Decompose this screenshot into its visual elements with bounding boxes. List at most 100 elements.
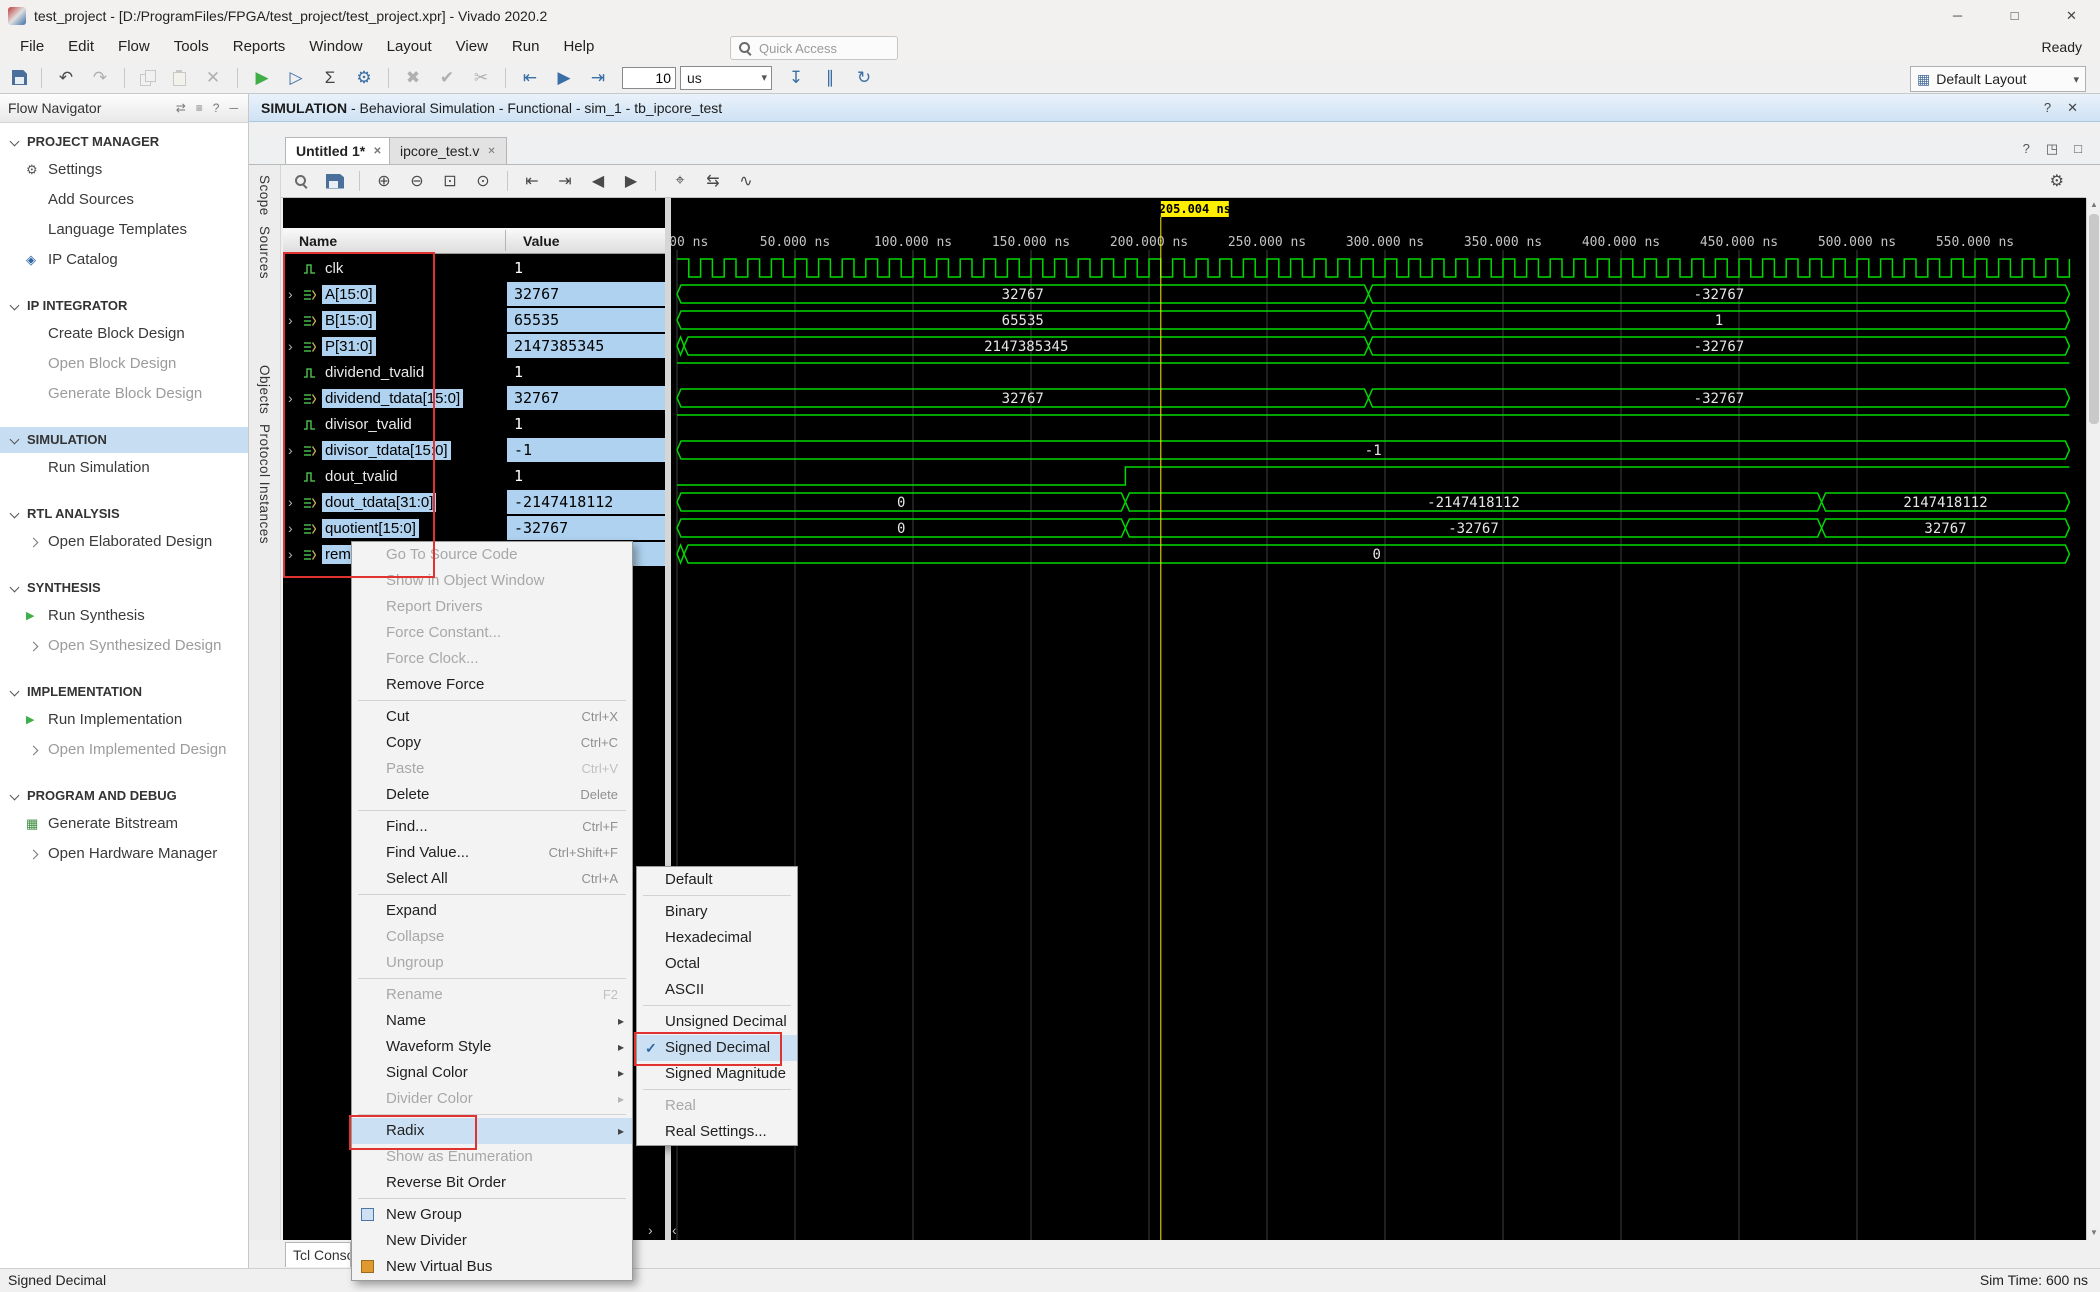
nav-item-run-implementation[interactable]: ▶Run Implementation — [0, 705, 248, 735]
menu-help[interactable]: Help — [551, 32, 606, 62]
zoom-out-icon[interactable]: ⊖ — [408, 171, 426, 191]
expand-icon[interactable]: › — [283, 494, 303, 510]
context-menu-item-radix[interactable]: Radix▸ — [352, 1118, 632, 1144]
timeline-cursor[interactable]: 205.004 ns — [1159, 201, 1231, 1240]
context-menu-item-new-virtual-bus[interactable]: New Virtual Bus — [352, 1254, 632, 1280]
context-menu-item-report-drivers[interactable]: Report Drivers — [352, 594, 632, 620]
wave-clk[interactable] — [677, 259, 2069, 277]
close-button[interactable]: ✕ — [2043, 0, 2100, 32]
expand-icon[interactable]: › — [283, 286, 303, 302]
context-menu-item-paste[interactable]: PasteCtrl+V — [352, 756, 632, 782]
zoom-in-icon[interactable]: ⊕ — [375, 171, 393, 191]
wave-b-15-0[interactable]: 655351 — [677, 311, 2069, 329]
tab-untitled-1[interactable]: Untitled 1* ✕ — [285, 137, 393, 164]
radix-option-signed-decimal[interactable]: ✓Signed Decimal — [637, 1035, 797, 1061]
paste-icon[interactable] — [171, 69, 189, 87]
menu-tools[interactable]: Tools — [162, 32, 221, 62]
restart-sim-icon[interactable]: ⇤ — [520, 67, 540, 89]
copy-icon[interactable] — [139, 69, 157, 87]
relaunch-icon[interactable]: ↻ — [854, 67, 874, 89]
menu-window[interactable]: Window — [297, 32, 374, 62]
delete-icon[interactable]: ✕ — [203, 67, 223, 89]
signal-row-divisor-tvalid[interactable]: divisor_tvalid — [283, 411, 507, 437]
waveform-canvas[interactable]: 0.000 ns50.000 ns100.000 ns150.000 ns200… — [671, 198, 2086, 1240]
close-icon[interactable]: ✕ — [2067, 94, 2078, 122]
context-menu-item-collapse[interactable]: Collapse — [352, 924, 632, 950]
quick-access-search[interactable]: Quick Access — [730, 36, 898, 60]
nav-section-header-rtl-analysis[interactable]: RTL ANALYSIS — [0, 501, 248, 527]
maximize-panel-icon[interactable]: □ — [2074, 141, 2082, 157]
help-icon[interactable]: ? — [2023, 141, 2030, 157]
radix-option-real[interactable]: Real — [637, 1093, 797, 1119]
wave-dout-tdata-31-0[interactable]: 0-21474181122147418112 — [677, 493, 2069, 511]
menu-run[interactable]: Run — [500, 32, 552, 62]
signal-row-a-15-0[interactable]: ›A[15:0] — [283, 281, 507, 307]
context-menu-item-new-group[interactable]: New Group — [352, 1202, 632, 1228]
context-menu-item-go-to-source-code[interactable]: Go To Source Code — [352, 542, 632, 568]
undo-icon[interactable]: ↶ — [56, 67, 76, 89]
close-icon[interactable]: ✕ — [487, 138, 495, 165]
context-menu-item-delete[interactable]: DeleteDelete — [352, 782, 632, 808]
nav-item-ip-catalog[interactable]: ◈IP Catalog — [0, 245, 248, 275]
wave-a-15-0[interactable]: 32767-32767 — [677, 285, 2069, 303]
splitter-collapse-icon[interactable]: › — [648, 1222, 653, 1238]
previous-transition-icon[interactable]: ◀ — [589, 171, 607, 191]
zoom-to-cursor-icon[interactable]: ⊙ — [474, 171, 492, 191]
close-icon[interactable]: ✕ — [373, 138, 381, 165]
signal-row-dout-tvalid[interactable]: dout_tvalid — [283, 463, 507, 489]
nav-item-create-block-design[interactable]: Create Block Design — [0, 319, 248, 349]
nav-section-header-synthesis[interactable]: SYNTHESIS — [0, 575, 248, 601]
side-tab-sources[interactable]: Sources — [257, 226, 272, 279]
wave-dividend-tdata-15-0[interactable]: 32767-32767 — [677, 389, 2069, 407]
wave-p-31-0[interactable]: 2147385345-32767 — [677, 337, 2069, 355]
nav-item-generate-block-design[interactable]: Generate Block Design — [0, 379, 248, 409]
nav-item-settings[interactable]: ⚙Settings — [0, 155, 248, 185]
waveform-area[interactable]: 0.000 ns50.000 ns100.000 ns150.000 ns200… — [671, 198, 2086, 1240]
nav-item-open-synthesized-design[interactable]: Open Synthesized Design — [0, 631, 248, 661]
check-icon[interactable]: ✔ — [437, 67, 457, 89]
wave-settings-icon[interactable]: ⚙ — [2050, 171, 2064, 191]
radix-option-real-settings[interactable]: Real Settings... — [637, 1119, 797, 1145]
nav-item-language-templates[interactable]: Language Templates — [0, 215, 248, 245]
context-menu-item-force-clock[interactable]: Force Clock... — [352, 646, 632, 672]
save-icon[interactable] — [12, 70, 27, 85]
dock-icon[interactable]: ⇄ — [176, 94, 186, 122]
context-menu-item-name[interactable]: Name▸ — [352, 1008, 632, 1034]
radix-option-binary[interactable]: Binary — [637, 899, 797, 925]
help-icon[interactable]: ? — [213, 94, 220, 122]
simulation-time-input[interactable] — [622, 67, 676, 89]
side-tab-scope[interactable]: Scope — [257, 175, 272, 216]
signal-row-dout-tdata-31-0[interactable]: ›dout_tdata[31:0] — [283, 489, 507, 515]
nav-section-header-implementation[interactable]: IMPLEMENTATION — [0, 679, 248, 705]
splitter-collapse-icon[interactable]: ‹ — [672, 1222, 677, 1238]
context-menu-item-expand[interactable]: Expand — [352, 898, 632, 924]
settings-icon[interactable]: ⚙ — [354, 67, 374, 89]
menu-icon[interactable]: ≡ — [196, 94, 203, 122]
nav-section-header-project-manager[interactable]: PROJECT MANAGER — [0, 129, 248, 155]
context-menu-item-show-as-enumeration[interactable]: Show as Enumeration — [352, 1144, 632, 1170]
add-marker-icon[interactable]: ⌖ — [671, 172, 689, 190]
nav-item-open-implemented-design[interactable]: Open Implemented Design — [0, 735, 248, 765]
go-to-time-0-icon[interactable]: ⇤ — [523, 171, 541, 191]
minimize-button[interactable]: ─ — [1929, 0, 1986, 32]
nav-section-header-program-and-debug[interactable]: PROGRAM AND DEBUG — [0, 783, 248, 809]
stop-icon[interactable]: ✖ — [403, 67, 423, 89]
context-menu-item-remove-force[interactable]: Remove Force — [352, 672, 632, 698]
context-menu-item-rename[interactable]: RenameF2 — [352, 982, 632, 1008]
menu-reports[interactable]: Reports — [221, 32, 298, 62]
signal-row-divisor-tdata-15-0[interactable]: ›divisor_tdata[15:0] — [283, 437, 507, 463]
menu-edit[interactable]: Edit — [56, 32, 106, 62]
menu-flow[interactable]: Flow — [106, 32, 162, 62]
swap-cursors-icon[interactable]: ⇆ — [704, 171, 722, 191]
wave-rema[interactable]: 0 — [677, 545, 2069, 563]
snap-to-transition-icon[interactable]: ∿ — [737, 171, 755, 191]
signal-row-p-31-0[interactable]: ›P[31:0] — [283, 333, 507, 359]
scroll-down-icon[interactable]: ▼ — [2087, 1226, 2100, 1240]
context-menu-item-force-constant[interactable]: Force Constant... — [352, 620, 632, 646]
next-transition-icon[interactable]: ▶ — [622, 171, 640, 191]
context-menu-item-divider-color[interactable]: Divider Color▸ — [352, 1086, 632, 1112]
radix-option-hexadecimal[interactable]: Hexadecimal — [637, 925, 797, 951]
continue-icon[interactable]: ▷ — [286, 67, 306, 89]
context-menu-item-find-value[interactable]: Find Value...Ctrl+Shift+F — [352, 840, 632, 866]
signal-row-dividend-tdata-15-0[interactable]: ›dividend_tdata[15:0] — [283, 385, 507, 411]
